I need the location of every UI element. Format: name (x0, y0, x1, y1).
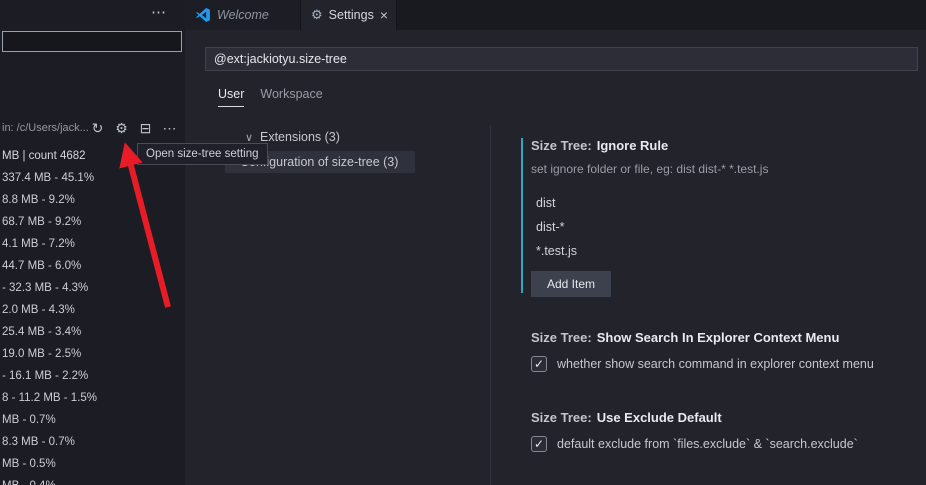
tab-label: Welcome (217, 8, 269, 22)
settings-editor: User Workspace ∨Extensions (3) Configura… (185, 30, 926, 485)
filter-input[interactable] (2, 31, 182, 52)
list-item[interactable]: MB - 0.4% (0, 475, 184, 485)
checkbox-label: default exclude from `files.exclude` & `… (557, 437, 858, 451)
tab-user[interactable]: User (218, 87, 245, 107)
checkbox-label: whether show search command in explorer … (557, 357, 874, 371)
setting-description: set ignore folder or file, eg: dist dist… (531, 162, 769, 176)
setting-show-search-context-menu: Size Tree: Show Search In Explorer Contex… (521, 330, 874, 372)
list-item[interactable]: *.test.js (531, 239, 821, 263)
list-item[interactable]: 68.7 MB - 9.2% (0, 211, 184, 233)
vscode-logo-icon (196, 8, 210, 22)
list-item[interactable]: 19.0 MB - 2.5% (0, 343, 184, 365)
panel-more-icon[interactable]: ⋯ (151, 3, 166, 21)
list-item[interactable]: 8.8 MB - 9.2% (0, 189, 184, 211)
tab-workspace[interactable]: Workspace (260, 87, 322, 107)
checkbox-checked-icon[interactable]: ✓ (531, 356, 547, 372)
setting-name: Ignore Rule (596, 138, 669, 153)
list-item[interactable]: 337.4 MB - 45.1% (0, 167, 184, 189)
add-item-button[interactable]: Add Item (531, 271, 612, 297)
setting-category: Size Tree: (531, 410, 592, 425)
setting-category: Size Tree: (531, 330, 592, 345)
setting-ignore-rule: Size Tree: Ignore Rule set ignore folder … (521, 138, 821, 297)
tab-label: Settings (328, 8, 374, 22)
setting-name: Use Exclude Default (596, 410, 722, 425)
checkbox-checked-icon[interactable]: ✓ (531, 436, 547, 452)
list-item[interactable]: MB - 0.7% (0, 409, 184, 431)
tab-settings[interactable]: ⚙ Settings × (301, 0, 397, 30)
size-tree-list: MB | count 4682 337.4 MB - 45.1% 8.8 MB … (0, 145, 184, 485)
list-item[interactable]: 44.7 MB - 6.0% (0, 255, 184, 277)
setting-category: Size Tree: (531, 138, 592, 153)
gear-icon[interactable]: ⚙ (114, 119, 129, 137)
setting-title: Size Tree: Use Exclude Default (521, 410, 858, 425)
checkbox-row: ✓ default exclude from `files.exclude` &… (531, 436, 858, 452)
size-tree-panel: ⋯ in: /c/Users/jack... ↻ ⚙ ⊟ ⋯ MB | coun… (0, 0, 185, 485)
list-item[interactable]: MB - 0.5% (0, 453, 184, 475)
setting-use-exclude-default: Size Tree: Use Exclude Default ✓ default … (521, 410, 858, 452)
settings-search-input[interactable] (205, 47, 918, 71)
collapse-all-icon[interactable]: ⊟ (138, 119, 153, 137)
list-item[interactable]: - 32.3 MB - 4.3% (0, 277, 184, 299)
list-item[interactable]: 8.3 MB - 0.7% (0, 431, 184, 453)
list-item[interactable]: 25.4 MB - 3.4% (0, 321, 184, 343)
tooltip: Open size-tree setting (137, 143, 268, 165)
list-item[interactable]: dist-* (531, 215, 821, 239)
close-icon[interactable]: × (380, 8, 388, 22)
vscode-window: ⋯ in: /c/Users/jack... ↻ ⚙ ⊟ ⋯ MB | coun… (0, 0, 926, 485)
list-item[interactable]: 8 - 11.2 MB - 1.5% (0, 387, 184, 409)
list-item[interactable]: dist (531, 191, 821, 215)
list-item[interactable]: 2.0 MB - 4.3% (0, 299, 184, 321)
setting-title: Size Tree: Show Search In Explorer Contex… (521, 330, 874, 345)
toc-label: Extensions (3) (260, 130, 340, 144)
scan-path-label: in: /c/Users/jack... (2, 122, 89, 134)
ignore-rule-list: dist dist-* *.test.js (521, 191, 821, 263)
more-icon[interactable]: ⋯ (162, 119, 177, 137)
list-item[interactable]: 4.1 MB - 7.2% (0, 233, 184, 255)
toc-item-extensions[interactable]: ∨ Extensions (3) (245, 130, 340, 144)
size-tree-toolbar: in: /c/Users/jack... ↻ ⚙ ⊟ ⋯ (0, 118, 185, 138)
toolbar-icons: ↻ ⚙ ⊟ ⋯ (90, 119, 177, 137)
list-item[interactable]: - 16.1 MB - 2.2% (0, 365, 184, 387)
refresh-icon[interactable]: ↻ (90, 119, 105, 137)
setting-title: Size Tree: Ignore Rule (521, 138, 821, 153)
checkbox-row: ✓ whether show search command in explore… (531, 356, 874, 372)
modified-indicator (521, 138, 523, 293)
tab-welcome[interactable]: Welcome (185, 0, 301, 30)
toc-divider (490, 125, 491, 485)
setting-name: Show Search In Explorer Context Menu (596, 330, 840, 345)
settings-file-icon: ⚙ (311, 7, 323, 22)
editor-tab-bar: Welcome ⚙ Settings × (185, 0, 926, 30)
settings-scope-tabs: User Workspace (218, 87, 323, 107)
